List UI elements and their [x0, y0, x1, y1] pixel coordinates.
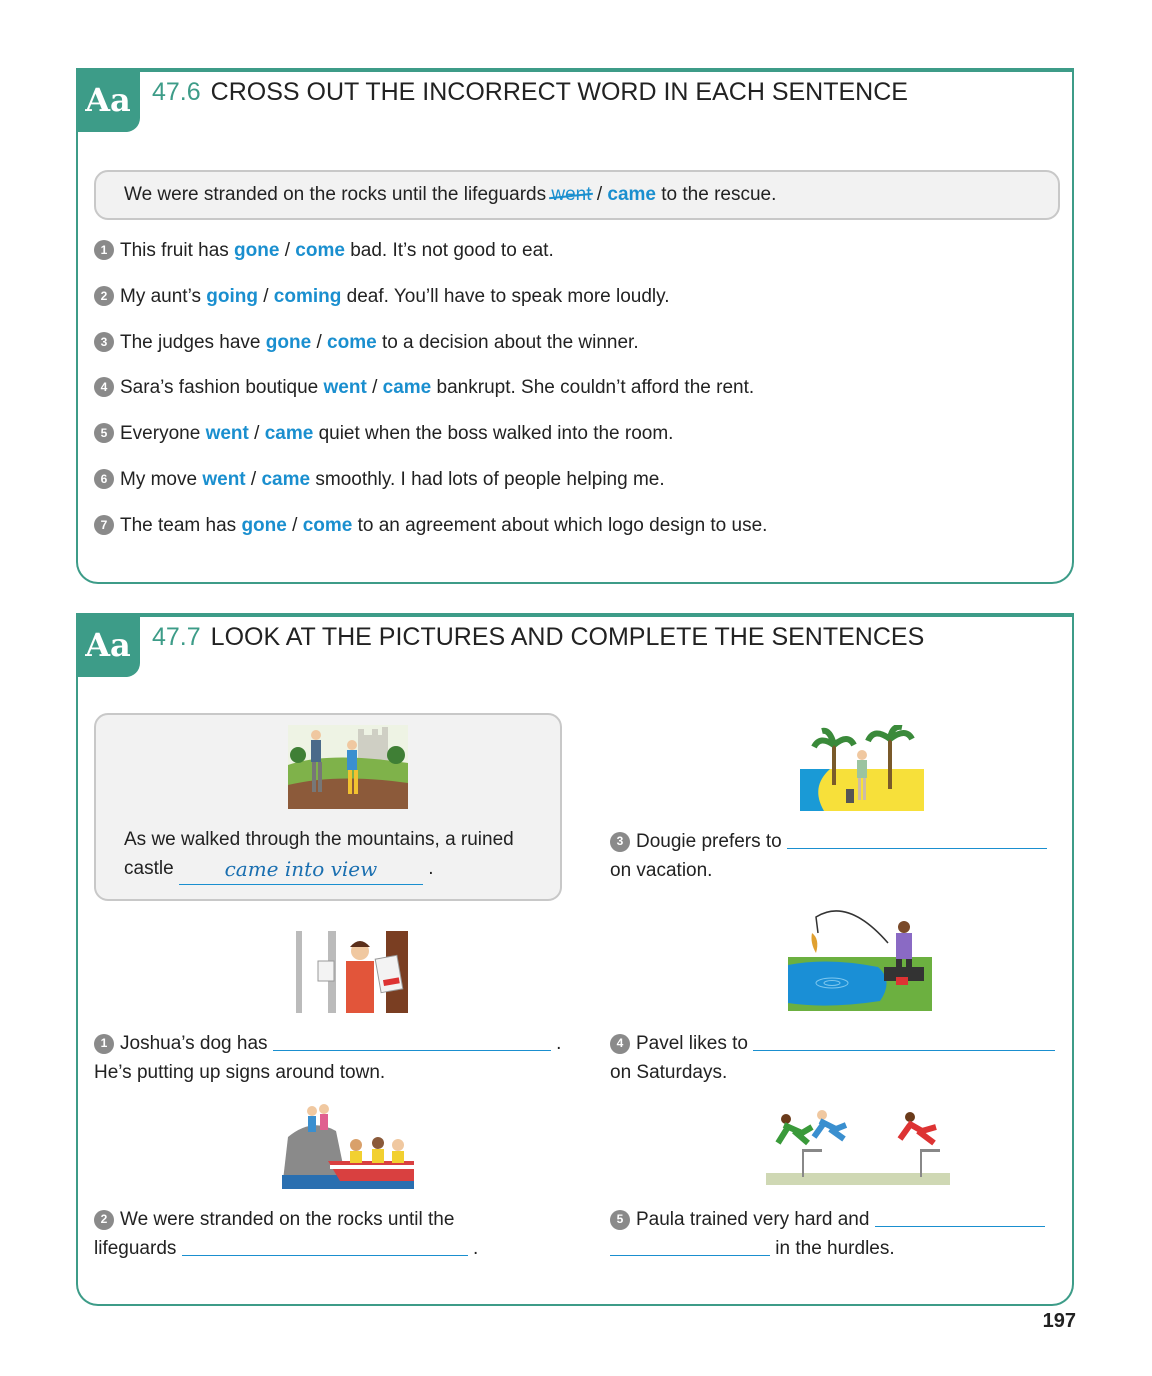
example-text-before: We were stranded on the rocks until the … — [124, 184, 547, 205]
option-b[interactable]: come — [327, 332, 377, 353]
item-number: 5 — [610, 1209, 630, 1230]
option-b[interactable]: come — [295, 240, 345, 261]
fishing-illustration — [788, 910, 932, 1011]
sentence-item: 3 The judges have gone / come to a decisi… — [94, 332, 639, 354]
exercise-item-4: 4 Pavel likes to on Saturdays. — [610, 1029, 1060, 1087]
vocab-badge: Aa — [76, 613, 140, 677]
vocab-badge: Aa — [76, 68, 140, 132]
hikers-castle-illustration — [288, 725, 408, 809]
exercise-number: 47.7 — [152, 623, 201, 651]
option-b[interactable]: came — [265, 423, 314, 444]
exercise-number: 47.6 — [152, 78, 201, 106]
sentence-item: 5 Everyone went / came quiet when the bos… — [94, 423, 673, 445]
option-b[interactable]: came — [383, 377, 432, 398]
example-sentence: We were stranded on the rocks until the … — [124, 184, 776, 206]
exercise-item-3: 3 Dougie prefers to on vacation. — [610, 827, 1060, 885]
option-a[interactable]: went — [324, 377, 367, 398]
exercise-heading: 47.6 CROSS OUT THE INCORRECT WORD IN EACH… — [152, 78, 908, 107]
option-a[interactable]: gone — [234, 240, 279, 261]
option-a[interactable]: gone — [266, 332, 311, 353]
item-number: 4 — [610, 1033, 630, 1054]
answer-blank[interactable] — [787, 830, 1048, 849]
item-number: 6 — [94, 469, 114, 489]
example-text-after: to the rescue. — [661, 184, 777, 205]
example-box: As we walked through the mountains, a ru… — [94, 713, 562, 901]
hurdles-illustration — [766, 1110, 950, 1185]
missing-dog-poster-illustration — [296, 931, 408, 1013]
sentence-item: 1 This fruit has gone / come bad. It’s no… — [94, 240, 554, 262]
item-number: 2 — [94, 286, 114, 306]
exercise-heading: 47.7 LOOK AT THE PICTURES AND COMPLETE TH… — [152, 623, 924, 652]
item-number: 7 — [94, 515, 114, 535]
correct-word: came — [607, 184, 656, 205]
answer-blank[interactable] — [753, 1032, 1056, 1051]
option-a[interactable]: going — [206, 286, 258, 307]
item-number: 3 — [94, 332, 114, 352]
exercise-panel-47-7: Aa 47.7 LOOK AT THE PICTURES AND COMPLETE… — [76, 613, 1074, 1306]
beach-vacation-illustration — [800, 725, 924, 811]
sentence-item: 2 My aunt’s going / coming deaf. You’ll h… — [94, 286, 670, 308]
option-b[interactable]: come — [303, 515, 353, 536]
exercise-item-5: 5 Paula trained very hard and in the hurd… — [610, 1205, 1060, 1263]
item-number: 1 — [94, 240, 114, 260]
example-box: We were stranded on the rocks until the … — [94, 170, 1060, 220]
option-b[interactable]: coming — [274, 286, 342, 307]
exercise-item-2: 2 We were stranded on the rocks until the… — [94, 1209, 479, 1259]
sentence-item: 4 Sara’s fashion boutique went / came ban… — [94, 377, 754, 399]
option-b[interactable]: came — [261, 469, 310, 490]
item-number: 1 — [94, 1033, 114, 1054]
exercise-item-1: 1 Joshua’s dog has . He’s putting up sign… — [94, 1032, 562, 1083]
item-number: 5 — [94, 423, 114, 443]
exercise-panel-47-6: Aa 47.6 CROSS OUT THE INCORRECT WORD IN E… — [76, 68, 1074, 584]
separator: / — [596, 184, 603, 205]
exercise-title: LOOK AT THE PICTURES AND COMPLETE THE SE… — [210, 623, 925, 651]
option-a[interactable]: went — [206, 423, 249, 444]
exercise-title: CROSS OUT THE INCORRECT WORD IN EACH SEN… — [210, 78, 908, 106]
crossed-out-word: went — [551, 184, 592, 205]
item-number: 3 — [610, 831, 630, 852]
lifeguard-rescue-illustration — [282, 1104, 414, 1189]
answer-blank[interactable] — [272, 1032, 551, 1051]
page-number: 197 — [1042, 1310, 1076, 1332]
item-number: 2 — [94, 1209, 114, 1230]
answer-blank[interactable] — [874, 1208, 1045, 1227]
item-number: 4 — [94, 377, 114, 397]
option-a[interactable]: went — [202, 469, 245, 490]
answer-blank[interactable] — [610, 1237, 770, 1256]
sentence-item: 6 My move went / came smoothly. I had lot… — [94, 469, 665, 491]
example-text: As we walked through the mountains, a ru… — [124, 825, 554, 885]
example-answer: came into view — [178, 855, 423, 885]
sentence-item: 7 The team has gone / come to an agreemen… — [94, 515, 767, 537]
answer-blank[interactable] — [181, 1237, 468, 1256]
option-a[interactable]: gone — [241, 515, 286, 536]
